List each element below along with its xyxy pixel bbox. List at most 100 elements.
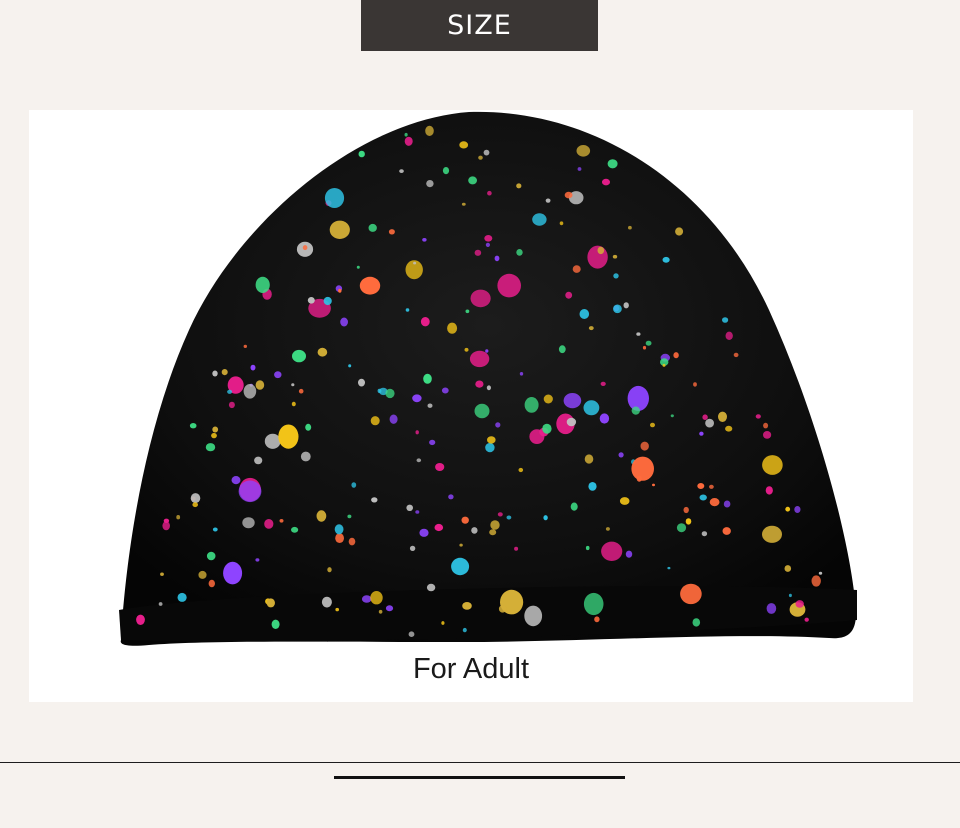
splatter-dot bbox=[441, 387, 449, 394]
splatter-dot bbox=[198, 570, 207, 579]
splatter-dot bbox=[709, 498, 720, 507]
splatter-dot bbox=[579, 309, 590, 319]
splatter-dot bbox=[685, 518, 692, 525]
splatter-dot bbox=[675, 227, 684, 236]
splatter-dot bbox=[368, 223, 377, 232]
splatter-dot bbox=[564, 191, 573, 199]
splatter-dot bbox=[680, 583, 702, 605]
splatter-dot bbox=[404, 136, 413, 146]
splatter-dot bbox=[489, 529, 497, 536]
splatter-dot bbox=[601, 541, 623, 561]
splatter-dot bbox=[347, 514, 352, 519]
splatter-dot bbox=[506, 515, 512, 520]
splatter-dot bbox=[228, 401, 235, 409]
splatter-dot bbox=[177, 592, 187, 602]
splatter-dot bbox=[442, 167, 450, 175]
splatter-dot bbox=[468, 176, 477, 185]
splatter-dot bbox=[190, 493, 201, 504]
splatter-dot bbox=[415, 510, 420, 514]
splatter-dot bbox=[485, 349, 489, 353]
splatter-dot bbox=[693, 382, 697, 387]
splatter-dot bbox=[602, 178, 610, 186]
splatter-dot bbox=[628, 225, 632, 230]
splatter-dot bbox=[486, 385, 491, 391]
splatter-dot bbox=[563, 393, 582, 409]
splatter-dot bbox=[423, 373, 432, 384]
splatter-dot bbox=[192, 502, 198, 508]
splatter-dot bbox=[699, 431, 704, 436]
splatter-dot bbox=[588, 482, 597, 491]
splatter-dot bbox=[543, 515, 548, 521]
splatter-dot bbox=[794, 506, 801, 513]
splatter-dot bbox=[243, 384, 257, 399]
splatter-dot bbox=[667, 566, 671, 570]
splatter-dot bbox=[378, 609, 383, 614]
splatter-dot bbox=[158, 602, 163, 606]
splatter-dot bbox=[221, 369, 228, 376]
splatter-dot bbox=[652, 483, 655, 487]
splatter-dot bbox=[316, 510, 327, 522]
splatter-dot bbox=[429, 439, 436, 446]
splatter-dot bbox=[136, 614, 145, 625]
splatter-dot bbox=[795, 600, 804, 608]
splatter-dot bbox=[474, 249, 482, 256]
splatter-dot bbox=[334, 524, 344, 535]
splatter-dot bbox=[612, 254, 618, 259]
splatter-dot bbox=[585, 545, 590, 551]
splatter-dot bbox=[543, 394, 553, 404]
splatter-dot bbox=[642, 345, 647, 350]
splatter-dot bbox=[406, 504, 414, 511]
splatter-dot bbox=[576, 145, 591, 157]
splatter-dot bbox=[763, 422, 769, 429]
splatter-dot bbox=[340, 317, 348, 327]
splatter-dot bbox=[583, 400, 600, 416]
splatter-dot bbox=[487, 190, 492, 196]
splatter-dot bbox=[570, 502, 578, 511]
splatter-dot bbox=[594, 616, 600, 623]
splatter-dot bbox=[627, 385, 649, 411]
splatter-dot bbox=[497, 512, 503, 517]
splatter-dot bbox=[420, 317, 430, 327]
splatter-dot bbox=[804, 617, 809, 622]
splatter-dot bbox=[274, 371, 282, 379]
splatter-dot bbox=[163, 518, 170, 523]
splatter-dot bbox=[577, 167, 582, 171]
splatter-dot bbox=[227, 389, 233, 394]
splatter-dot bbox=[459, 543, 463, 547]
splatter-dot bbox=[176, 515, 181, 520]
splatter-dot bbox=[559, 221, 564, 226]
splatter-dot bbox=[699, 494, 707, 501]
splatter-dot bbox=[335, 533, 344, 543]
splatter-dot bbox=[426, 180, 434, 188]
splatter-dot bbox=[205, 443, 216, 452]
splatter-dot bbox=[722, 317, 729, 323]
splatter-dot bbox=[566, 417, 577, 427]
splatter-dot bbox=[607, 159, 618, 169]
splatter-dot bbox=[811, 575, 821, 587]
splatter-dot bbox=[399, 169, 404, 173]
splatter-dot bbox=[697, 483, 705, 489]
splatter-dot bbox=[385, 605, 394, 612]
splatter-dot bbox=[572, 265, 581, 273]
splatter-dot bbox=[266, 598, 275, 608]
splatter-dot bbox=[516, 183, 522, 189]
splatter-dot bbox=[636, 332, 641, 336]
splatter-dot bbox=[619, 497, 630, 505]
splatter-dot bbox=[291, 401, 296, 407]
splatter-dot bbox=[725, 331, 733, 340]
splatter-dot bbox=[434, 523, 444, 532]
splatter-dot bbox=[524, 605, 543, 627]
splatter-dot bbox=[323, 296, 332, 306]
splatter-dot bbox=[329, 220, 350, 239]
splatter-dot bbox=[464, 347, 469, 352]
splatter-dot bbox=[519, 372, 524, 376]
splatter-dot bbox=[358, 378, 365, 387]
caption-for-adult: For Adult bbox=[412, 653, 530, 685]
splatter-dot bbox=[435, 463, 445, 471]
splatter-dot bbox=[766, 603, 777, 614]
splatter-dot bbox=[448, 494, 454, 500]
splatter-dot bbox=[348, 364, 352, 368]
splatter-dot bbox=[370, 416, 380, 426]
splatter-dot bbox=[264, 433, 281, 449]
splatter-dot bbox=[361, 595, 372, 603]
